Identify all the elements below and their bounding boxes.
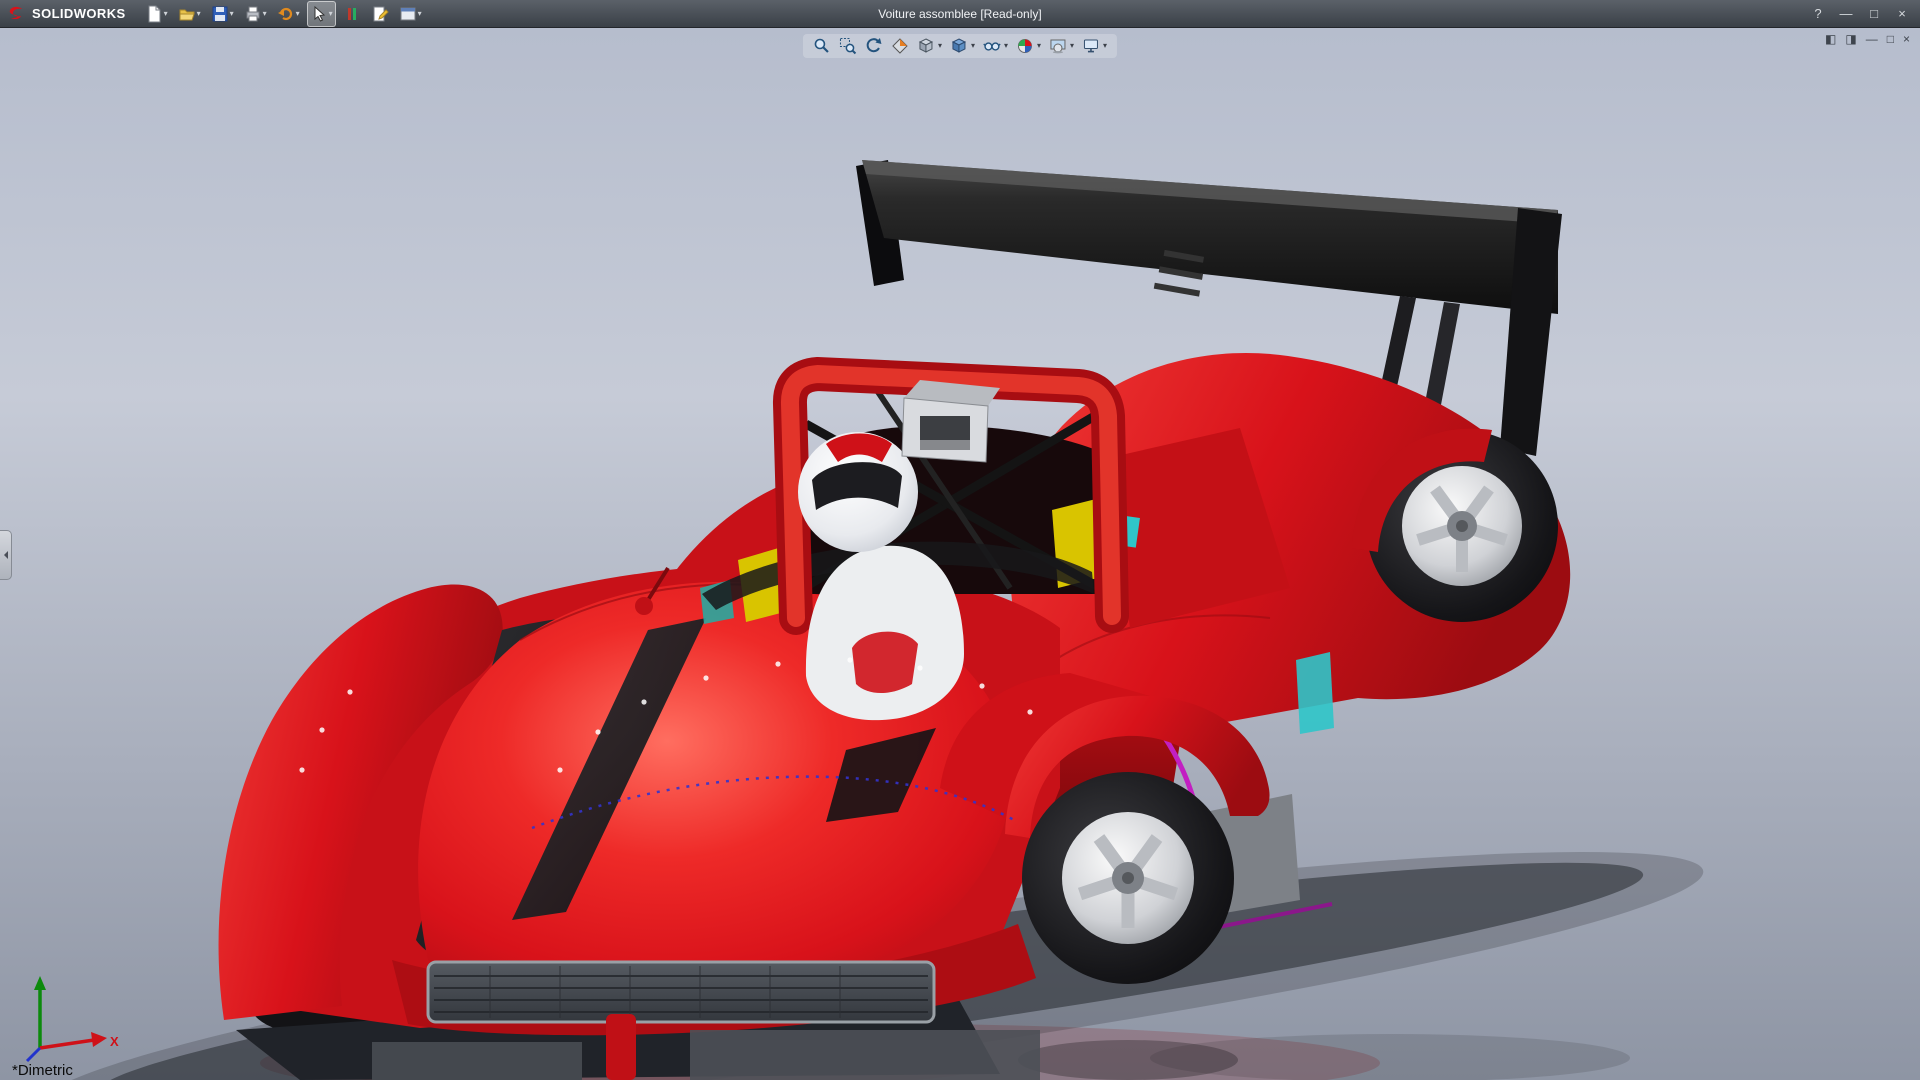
app-logo: SOLIDWORKS [8, 5, 126, 23]
standard-toolbar: ▾ ▾ ▾ ▾ ▾ [142, 1, 425, 27]
section-view-icon [891, 37, 909, 55]
dropdown-caret-icon[interactable]: ▾ [938, 42, 942, 50]
previous-view-button[interactable] [865, 37, 883, 55]
view-settings-button[interactable]: ▾ [1082, 37, 1107, 55]
z-axis [27, 1048, 40, 1061]
apply-scene-button[interactable]: ▾ [1049, 37, 1074, 55]
previous-view-icon [865, 37, 883, 55]
save-button[interactable]: ▾ [208, 1, 237, 27]
nose-post [606, 1014, 636, 1080]
document-window-controls: ◧ ◨ — □ × [1825, 32, 1910, 46]
help-button[interactable]: ? [1808, 6, 1828, 21]
undo-button[interactable]: ▾ [274, 1, 303, 27]
cyan-side-window[interactable] [1296, 652, 1334, 734]
select-cursor-icon [310, 5, 328, 23]
task-pane-flyout-tab[interactable] [0, 530, 12, 580]
dropdown-caret-icon[interactable]: ▾ [197, 10, 201, 18]
selection-filter-icon [343, 5, 361, 23]
apply-scene-icon [1049, 37, 1067, 55]
dropdown-caret-icon[interactable]: ▾ [230, 10, 234, 18]
zoom-to-fit-icon [813, 37, 831, 55]
doc-minimize-icon[interactable]: — [1866, 32, 1878, 46]
view-orientation-button[interactable]: ▾ [917, 37, 942, 55]
section-view-button[interactable] [891, 37, 909, 55]
edit-appearance-icon [1016, 37, 1034, 55]
dropdown-caret-icon[interactable]: ▾ [164, 10, 168, 18]
x-axis-label: X [110, 1034, 119, 1049]
heads-up-view-toolbar: ▾ ▾ ▾ ▾ [803, 34, 1117, 58]
open-folder-icon [178, 5, 196, 23]
zoom-to-area-button[interactable] [839, 37, 857, 55]
select-button[interactable]: ▾ [307, 1, 336, 27]
print-button[interactable]: ▾ [241, 1, 270, 27]
print-icon [244, 5, 262, 23]
graphics-area[interactable]: ▾ ▾ ▾ ▾ [0, 28, 1920, 1080]
new-document-icon [145, 5, 163, 23]
dropdown-caret-icon[interactable]: ▾ [329, 10, 333, 18]
undo-icon [277, 5, 295, 23]
save-floppy-icon [211, 5, 229, 23]
app-logo-text: SOLIDWORKS [32, 6, 126, 21]
window-title: Voiture assomblee [Read-only] [878, 7, 1041, 21]
y-axis-arrow [34, 976, 46, 990]
maximize-button[interactable]: □ [1864, 6, 1884, 21]
hide-show-items-icon [983, 37, 1001, 55]
close-button[interactable]: × [1892, 6, 1912, 21]
dropdown-caret-icon[interactable]: ▾ [418, 10, 422, 18]
x-axis-arrow [91, 1032, 107, 1047]
file-properties-icon [371, 5, 389, 23]
open-button[interactable]: ▾ [175, 1, 204, 27]
show-display-pane-icon[interactable]: ◨ [1845, 32, 1856, 46]
dropdown-caret-icon[interactable]: ▾ [1103, 42, 1107, 50]
dropdown-caret-icon[interactable]: ▾ [1004, 42, 1008, 50]
edit-appearance-button[interactable]: ▾ [1016, 37, 1041, 55]
dropdown-caret-icon[interactable]: ▾ [1037, 42, 1041, 50]
doc-restore-icon[interactable]: □ [1887, 32, 1894, 46]
reference-triad: X [14, 970, 124, 1066]
minimize-button[interactable]: — [1836, 6, 1856, 21]
dropdown-caret-icon[interactable]: ▾ [296, 10, 300, 18]
front-right-wheel[interactable] [1022, 772, 1234, 984]
doc-close-icon[interactable]: × [1903, 32, 1910, 46]
display-style-icon [950, 37, 968, 55]
air-intake[interactable] [902, 380, 1000, 462]
new-document-button[interactable]: ▾ [142, 1, 171, 27]
options-window-icon [399, 5, 417, 23]
zoom-to-area-icon [839, 37, 857, 55]
dropdown-caret-icon[interactable]: ▾ [263, 10, 267, 18]
display-style-button[interactable]: ▾ [950, 37, 975, 55]
file-properties-button[interactable] [368, 1, 392, 27]
zoom-to-fit-button[interactable] [813, 37, 831, 55]
lower-mesh-right [690, 1030, 1040, 1080]
window-controls: ? — □ × [1808, 6, 1912, 21]
view-settings-icon [1082, 37, 1100, 55]
selection-filter-button[interactable] [340, 1, 364, 27]
title-bar: SOLIDWORKS ▾ ▾ ▾ ▾ [0, 0, 1920, 28]
view-orientation-icon [917, 37, 935, 55]
show-feature-pane-icon[interactable]: ◧ [1825, 32, 1836, 46]
dropdown-caret-icon[interactable]: ▾ [971, 42, 975, 50]
dropdown-caret-icon[interactable]: ▾ [1070, 42, 1074, 50]
options-button[interactable]: ▾ [396, 1, 425, 27]
model-viewport-canvas[interactable] [0, 28, 1920, 1080]
view-orientation-label: *Dimetric [12, 1062, 73, 1079]
solidworks-logo-icon [8, 5, 26, 23]
hide-show-items-button[interactable]: ▾ [983, 37, 1008, 55]
lower-mesh-left [372, 1042, 582, 1080]
